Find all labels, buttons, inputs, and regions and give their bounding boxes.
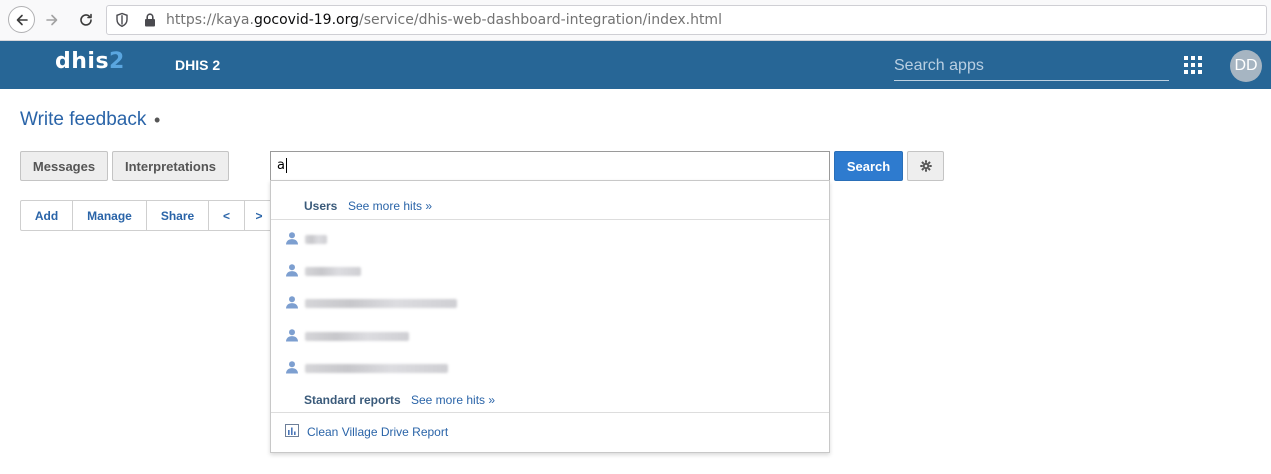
report-chart-icon — [285, 424, 299, 442]
user-icon — [285, 295, 299, 314]
user-name-redacted — [305, 299, 457, 308]
user-icon — [285, 360, 299, 379]
app-header: dhis2 DHIS 2 DD — [0, 41, 1271, 89]
messages-button[interactable]: Messages — [20, 151, 108, 181]
user-name-redacted — [305, 364, 448, 373]
divider — [271, 412, 829, 413]
arrow-left-icon — [16, 14, 28, 25]
share-button[interactable]: Share — [146, 200, 209, 231]
interpretations-button[interactable]: Interpretations — [112, 151, 229, 181]
logo-text: dhis — [55, 49, 110, 74]
lock-icon[interactable] — [143, 12, 157, 33]
user-icon — [285, 328, 299, 347]
search-results-dropdown: Users See more hits » Standard reports S… — [270, 180, 830, 453]
page-title[interactable]: Write feedback — [20, 109, 146, 131]
forward-button[interactable] — [40, 8, 64, 32]
search-apps-input[interactable] — [894, 53, 1169, 79]
search-button[interactable]: Search — [834, 151, 903, 181]
divider — [271, 219, 829, 220]
user-name-redacted — [305, 267, 361, 276]
settings-button[interactable] — [907, 151, 944, 181]
url-prefix: https://kaya. — [166, 12, 254, 28]
apps-menu-icon[interactable] — [1184, 56, 1202, 74]
back-button[interactable] — [8, 6, 35, 33]
previous-button[interactable]: < — [208, 200, 245, 231]
dhis2-logo[interactable]: dhis2 — [55, 49, 125, 74]
address-bar[interactable]: https://kaya.gocovid-19.org/service/dhis… — [106, 5, 1267, 35]
title-dot: • — [154, 110, 161, 130]
url-text[interactable]: https://kaya.gocovid-19.org/service/dhis… — [166, 12, 722, 28]
search-apps-field — [894, 53, 1169, 81]
user-icon — [285, 263, 299, 282]
add-button[interactable]: Add — [20, 200, 73, 231]
reports-see-more-link[interactable]: See more hits » — [411, 393, 495, 407]
users-section-heading: Users — [304, 199, 338, 213]
logo-accent: 2 — [109, 49, 125, 74]
app-title: DHIS 2 — [175, 57, 221, 73]
search-input-value: a — [277, 158, 285, 173]
reload-icon — [80, 13, 92, 26]
manage-button[interactable]: Manage — [72, 200, 147, 231]
reports-section-heading: Standard reports — [304, 393, 401, 407]
browser-toolbar: https://kaya.gocovid-19.org/service/dhis… — [0, 0, 1271, 41]
url-path: /service/dhis-web-dashboard-integration/… — [359, 12, 722, 28]
gear-icon — [919, 160, 932, 172]
avatar[interactable]: DD — [1230, 50, 1262, 82]
user-icon — [285, 231, 299, 250]
user-name-redacted — [305, 332, 409, 341]
reload-button[interactable] — [74, 8, 98, 32]
text-caret — [285, 158, 287, 173]
users-see-more-link[interactable]: See more hits » — [348, 199, 432, 213]
url-domain: gocovid-19.org — [253, 12, 359, 28]
arrow-right-icon — [46, 14, 58, 26]
search-input[interactable]: a — [270, 151, 830, 181]
user-name-redacted — [305, 235, 327, 244]
tracking-shield-icon[interactable] — [115, 12, 129, 33]
report-label: Clean Village Drive Report — [307, 425, 449, 439]
